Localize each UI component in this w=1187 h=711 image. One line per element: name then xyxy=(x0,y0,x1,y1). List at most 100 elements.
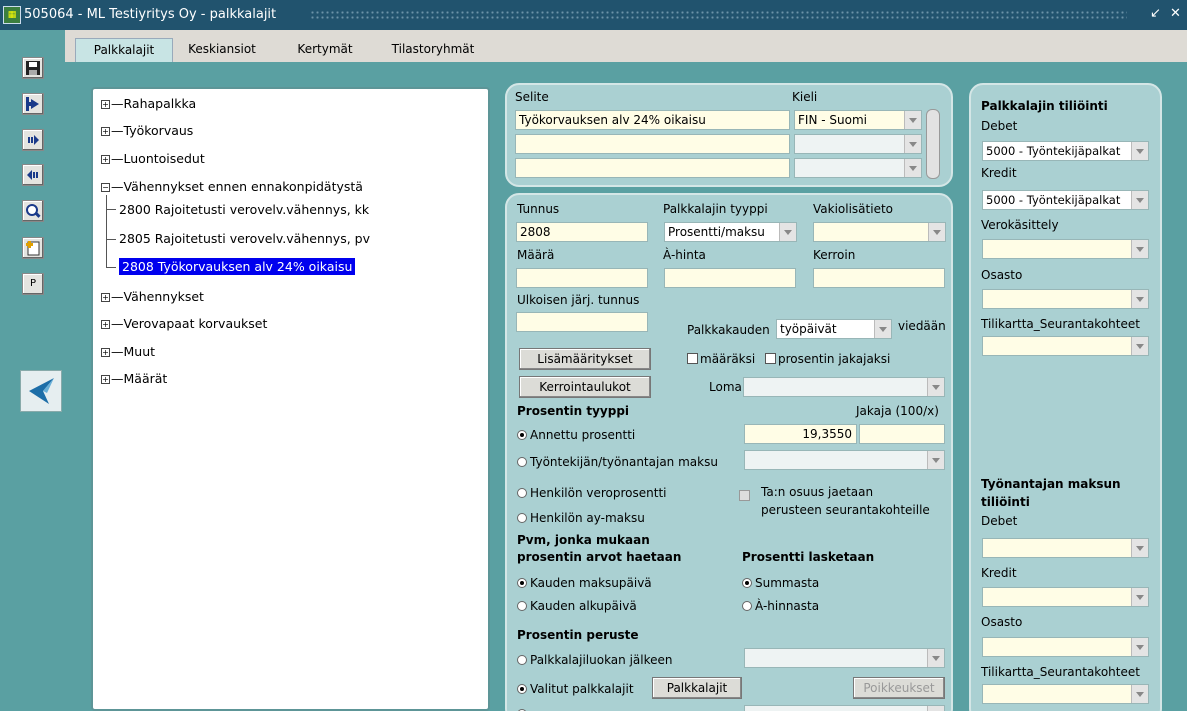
tilikartta-select[interactable] xyxy=(982,336,1149,356)
dropdown-arrow-icon[interactable] xyxy=(927,649,944,667)
back-icon[interactable] xyxy=(22,164,44,186)
radio-icon[interactable] xyxy=(517,601,527,611)
palkkalajit-button[interactable]: Palkkalajit xyxy=(652,677,742,699)
radio-kauden-alkupaiva[interactable]: Kauden alkupäivä xyxy=(517,599,637,613)
dropdown-arrow-icon[interactable] xyxy=(927,451,944,469)
hidden-select[interactable] xyxy=(744,705,945,711)
selite-scrollbar[interactable] xyxy=(926,109,940,179)
expand-icon[interactable]: + xyxy=(101,320,110,329)
radio-veroprosentti[interactable]: Henkilön veroprosentti xyxy=(517,486,667,500)
ahinta-field[interactable] xyxy=(664,268,796,288)
dropdown-arrow-icon[interactable] xyxy=(927,378,944,396)
kieli-select-2[interactable] xyxy=(794,134,922,154)
search-icon[interactable] xyxy=(22,200,44,222)
kerrointaulukot-button[interactable]: Kerrointaulukot xyxy=(519,376,651,398)
dropdown-arrow-icon[interactable] xyxy=(904,111,921,129)
p-button[interactable]: P xyxy=(22,273,44,295)
jakaja-field[interactable] xyxy=(859,424,945,444)
osuus-checkbox[interactable] xyxy=(739,489,752,503)
tree-node-maarat[interactable]: + —Määrät xyxy=(101,371,167,386)
radio-ahinnasta[interactable]: À-hinnasta xyxy=(742,599,819,613)
expand-icon[interactable]: + xyxy=(101,155,110,164)
collapse-icon[interactable]: − xyxy=(101,183,110,192)
radio-palkkalajiluokan-jalkeen[interactable]: Palkkalajiluokan jälkeen xyxy=(517,653,673,667)
expand-icon[interactable]: + xyxy=(101,348,110,357)
kredit-select[interactable]: 5000 - Työntekijäpalkat xyxy=(982,190,1149,210)
expand-icon[interactable]: + xyxy=(101,127,110,136)
tree-node-vahennykset-ennen[interactable]: − —Vähennykset ennen ennakonpidätystä xyxy=(101,179,363,194)
dropdown-arrow-icon[interactable] xyxy=(904,135,921,153)
checkbox-icon[interactable] xyxy=(765,353,776,364)
ta-tilikartta-select[interactable] xyxy=(982,684,1149,704)
dropdown-arrow-icon[interactable] xyxy=(1131,638,1148,656)
ta-kredit-select[interactable] xyxy=(982,587,1149,607)
tree-leaf-2805[interactable]: 2805 Rajoitetusti verovelv.vähennys, pv xyxy=(119,231,370,246)
expand-icon[interactable]: + xyxy=(101,100,110,109)
dropdown-arrow-icon[interactable] xyxy=(1131,142,1148,160)
maara-field[interactable] xyxy=(516,268,648,288)
new-document-icon[interactable] xyxy=(22,237,44,259)
verokasittely-select[interactable] xyxy=(982,239,1149,259)
save-icon[interactable] xyxy=(22,57,44,79)
tab-tilastoryhmat[interactable]: Tilastoryhmät xyxy=(378,38,488,62)
radio-selected-icon[interactable] xyxy=(517,578,527,588)
dropdown-arrow-icon[interactable] xyxy=(1131,685,1148,703)
checkbox-icon[interactable] xyxy=(687,353,698,364)
radio-icon[interactable] xyxy=(517,488,527,498)
dropdown-arrow-icon[interactable] xyxy=(1131,539,1148,557)
tree-node-muut[interactable]: + —Muut xyxy=(101,344,155,359)
dropdown-arrow-icon[interactable] xyxy=(1131,191,1148,209)
selite-field-1[interactable]: Työkorvauksen alv 24% oikaisu xyxy=(515,110,790,130)
tree-node-tyokorvaus[interactable]: + —Työkorvaus xyxy=(101,123,193,138)
minimize-icon[interactable]: ↙ xyxy=(1150,6,1161,21)
tyyppi-select[interactable]: Prosentti/maksu xyxy=(664,222,797,242)
tree-leaf-2800[interactable]: 2800 Rajoitetusti verovelv.vähennys, kk xyxy=(119,202,369,217)
debet-select[interactable]: 5000 - Työntekijäpalkat xyxy=(982,141,1149,161)
kieli-select-1[interactable]: FIN - Suomi xyxy=(794,110,922,130)
radio-icon[interactable] xyxy=(517,457,527,467)
expand-icon[interactable]: + xyxy=(101,293,110,302)
kerroin-field[interactable] xyxy=(813,268,945,288)
radio-annettu-prosentti[interactable]: Annettu prosentti xyxy=(517,428,635,442)
expand-icon[interactable]: + xyxy=(101,375,110,384)
selite-field-2[interactable] xyxy=(515,134,790,154)
radio-kauden-maksupaiva[interactable]: Kauden maksupäivä xyxy=(517,576,652,590)
tree-node-verovapaat[interactable]: + —Verovapaat korvaukset xyxy=(101,316,267,331)
tree-node-vahennykset[interactable]: + —Vähennykset xyxy=(101,289,204,304)
palkkalajiluokka-select[interactable] xyxy=(744,648,945,668)
maaraksi-checkbox[interactable]: määräksi xyxy=(687,352,755,366)
poikkeukset-button[interactable]: Poikkeukset xyxy=(853,677,945,699)
palkkakauden-select[interactable]: työpäivät xyxy=(776,319,892,339)
dropdown-arrow-icon[interactable] xyxy=(1131,337,1148,355)
dropdown-arrow-icon[interactable] xyxy=(874,320,891,338)
tree-node-rahapalkka[interactable]: + —Rahapalkka xyxy=(101,96,196,111)
tunnus-field[interactable]: 2808 xyxy=(516,222,648,242)
close-icon[interactable]: ✕ xyxy=(1170,6,1181,21)
selite-field-3[interactable] xyxy=(515,158,790,178)
ta-osasto-select[interactable] xyxy=(982,637,1149,657)
dropdown-arrow-icon[interactable] xyxy=(779,223,796,241)
dropdown-arrow-icon[interactable] xyxy=(927,706,944,711)
tree-leaf-2808-selected[interactable]: 2808 Työkorvauksen alv 24% oikaisu xyxy=(119,258,356,275)
radio-icon[interactable] xyxy=(517,513,527,523)
osasto-select[interactable] xyxy=(982,289,1149,309)
exit-icon[interactable] xyxy=(22,93,44,115)
loma-select[interactable] xyxy=(743,377,945,397)
ulkoinen-field[interactable] xyxy=(516,312,648,332)
lisamaaritykset-button[interactable]: Lisämääritykset xyxy=(519,348,651,370)
dropdown-arrow-icon[interactable] xyxy=(904,159,921,177)
vakio-select[interactable] xyxy=(813,222,946,242)
radio-selected-icon[interactable] xyxy=(517,684,527,694)
radio-summasta[interactable]: Summasta xyxy=(742,576,819,590)
radio-selected-icon[interactable] xyxy=(742,578,752,588)
ta-debet-select[interactable] xyxy=(982,538,1149,558)
tree-node-luontoisedut[interactable]: + —Luontoisedut xyxy=(101,151,205,166)
radio-tyontekijan-maksu[interactable]: Työntekijän/työnantajan maksu xyxy=(517,455,718,469)
tab-kertymat[interactable]: Kertymät xyxy=(285,38,365,62)
tab-keskiansiot[interactable]: Keskiansiot xyxy=(177,38,267,62)
radio-ay-maksu[interactable]: Henkilön ay-maksu xyxy=(517,511,645,525)
kieli-select-3[interactable] xyxy=(794,158,922,178)
dropdown-arrow-icon[interactable] xyxy=(1131,240,1148,258)
radio-selected-icon[interactable] xyxy=(517,430,527,440)
annettu-prosentti-field[interactable]: 19,3550 xyxy=(744,424,857,444)
